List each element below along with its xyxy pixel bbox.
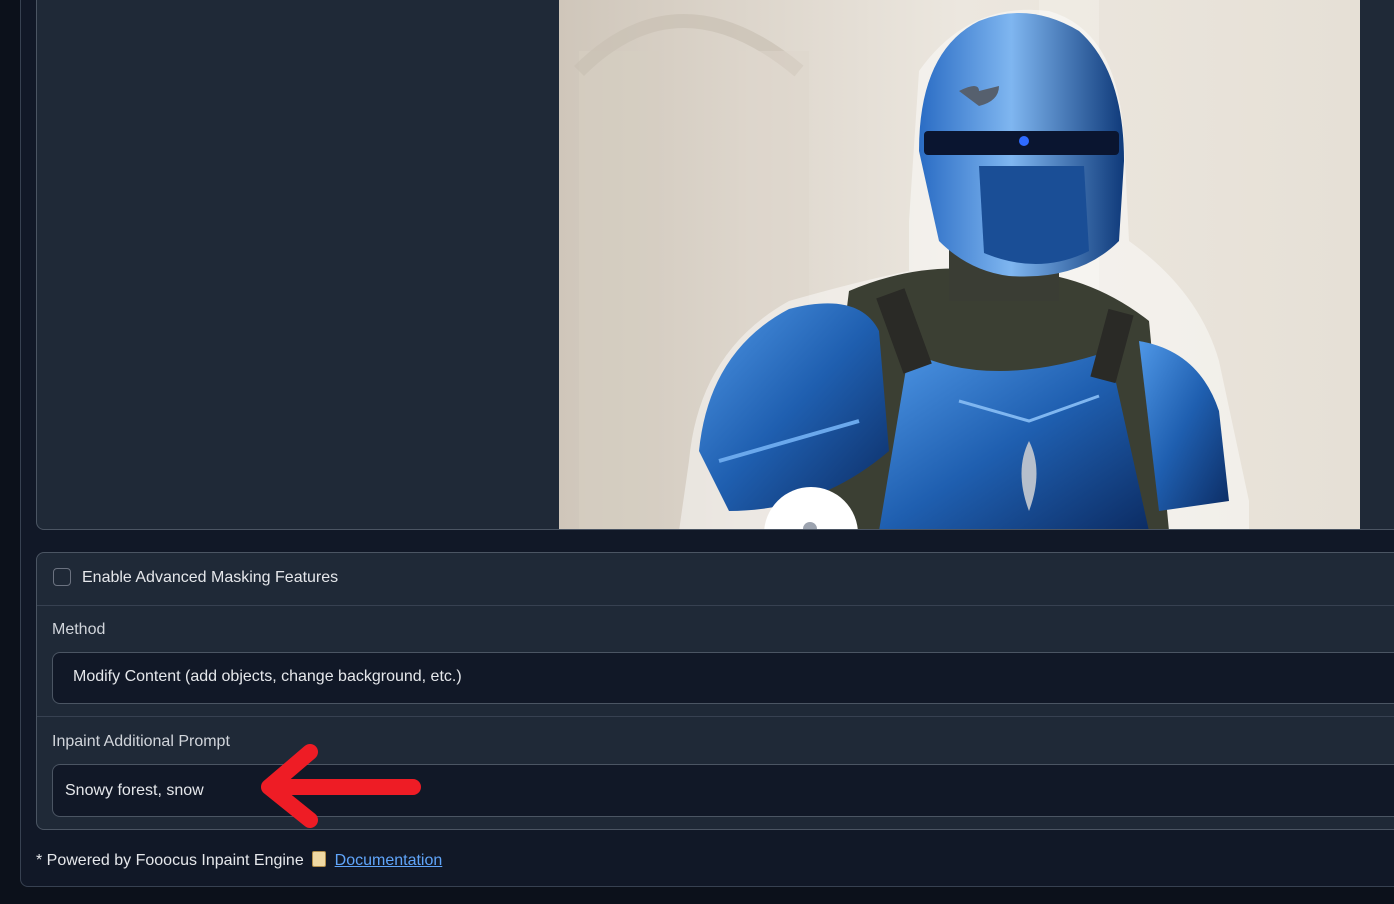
inpaint-prompt-input[interactable] [52,764,1394,817]
inpaint-image-editor[interactable] [36,0,1394,530]
method-selected-value[interactable]: Modify Content (add objects, change back… [73,668,462,686]
method-select[interactable]: Modify Content (add objects, change back… [52,652,1394,704]
inpaint-image[interactable] [559,0,1360,529]
method-label: Method [52,621,106,638]
scroll-icon [312,851,327,867]
method-field: Method Modify Content (add objects, chan… [37,606,1394,717]
footer-text: * Powered by Fooocus Inpaint Engine [36,852,304,869]
advanced-masking-label[interactable]: Enable Advanced Masking Features [82,569,338,587]
inpaint-prompt-label: Inpaint Additional Prompt [52,733,230,750]
advanced-masking-row[interactable]: Enable Advanced Masking Features [37,553,1394,606]
advanced-masking-checkbox[interactable] [53,568,71,586]
footer-note: * Powered by Fooocus Inpaint Engine Docu… [36,851,442,870]
documentation-link[interactable]: Documentation [335,852,443,869]
brush-center-dot [803,522,817,529]
inpaint-options-panel: Enable Advanced Masking Features Method … [36,552,1394,830]
inpaint-prompt-field: Inpaint Additional Prompt [37,717,1394,829]
knight-image [559,0,1360,529]
red-arrow-annotation [261,744,421,828]
